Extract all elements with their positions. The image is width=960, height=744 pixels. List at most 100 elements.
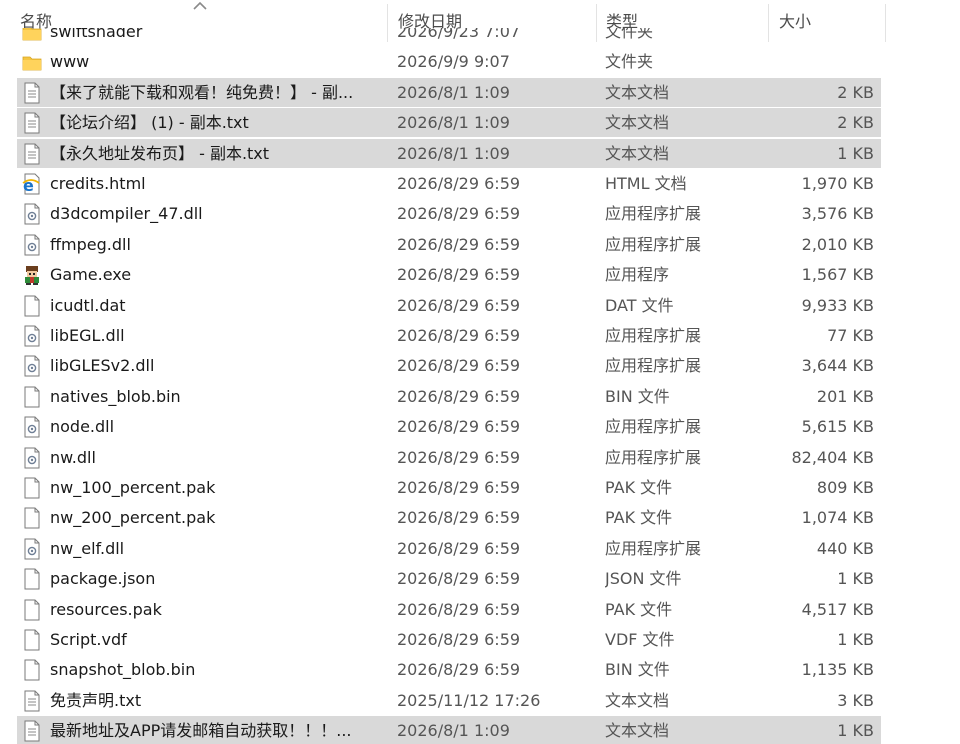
- file-list: swiftshader 2026/9/23 7:07 文件夹 www 2026/9/9 …: [0, 28, 960, 744]
- text-file-icon: [22, 112, 42, 134]
- file-row[interactable]: www 2026/9/9 9:07 文件夹: [0, 47, 960, 77]
- file-name: nw.dll: [50, 447, 96, 467]
- file-type: 应用程序扩展: [605, 447, 702, 467]
- blank-file-icon: [22, 507, 42, 529]
- file-size: 1,135 KB: [801, 660, 874, 680]
- file-row[interactable]: Script.vdf 2026/8/29 6:59 VDF 文件 1 KB: [0, 625, 960, 655]
- file-date: 2026/8/29 6:59: [397, 204, 521, 224]
- file-name: icudtl.dat: [50, 295, 126, 315]
- file-row[interactable]: resources.pak 2026/8/29 6:59 PAK 文件 4,517 K…: [0, 595, 960, 625]
- file-name: natives_blob.bin: [50, 386, 181, 406]
- file-row[interactable]: snapshot_blob.bin 2026/8/29 6:59 BIN 文件 1,1…: [0, 655, 960, 685]
- dll-file-icon: [22, 538, 42, 560]
- file-date: 2026/8/29 6:59: [397, 447, 521, 467]
- file-row[interactable]: libGLESv2.dll 2026/8/29 6:59 应用程序扩展 3,644 K…: [0, 351, 960, 381]
- file-date: 2026/8/29 6:59: [397, 599, 521, 619]
- file-row[interactable]: node.dll 2026/8/29 6:59 应用程序扩展 5,615 KB: [0, 412, 960, 442]
- file-name: www: [50, 52, 90, 72]
- file-date: 2026/8/29 6:59: [397, 356, 521, 376]
- file-size: 2 KB: [837, 82, 874, 102]
- file-name: libEGL.dll: [50, 326, 125, 345]
- html-file-icon: e: [22, 173, 42, 195]
- text-file-icon: [22, 143, 42, 165]
- file-row[interactable]: 最新地址及APP请发邮箱自动获取！！！... 2026/8/1 1:09 文本文档 1…: [0, 716, 960, 744]
- blank-file-icon: [22, 386, 42, 408]
- file-type: 应用程序扩展: [605, 234, 702, 254]
- file-row[interactable]: natives_blob.bin 2026/8/29 6:59 BIN 文件 201 …: [0, 382, 960, 412]
- file-type: BIN 文件: [605, 386, 670, 406]
- file-row[interactable]: package.json 2026/8/29 6:59 JSON 文件 1 KB: [0, 564, 960, 594]
- file-type: 文本文档: [605, 690, 670, 710]
- file-size: [760, 28, 874, 47]
- file-row[interactable]: libEGL.dll 2026/8/29 6:59 应用程序扩展 77 KB: [0, 321, 960, 351]
- file-size: 77 KB: [827, 326, 874, 345]
- exe-file-icon: [22, 264, 42, 286]
- file-name: swiftshader: [50, 28, 143, 41]
- file-name: nw_elf.dll: [50, 538, 125, 558]
- dll-file-icon: [22, 416, 42, 438]
- file-size: 82,404 KB: [791, 447, 874, 467]
- folder-icon: [22, 51, 42, 73]
- file-row[interactable]: 【永久地址发布页】 - 副本.txt 2026/8/1 1:09 文本文档 1 KB: [0, 138, 960, 169]
- file-name: package.json: [50, 569, 156, 589]
- file-size: 3 KB: [837, 690, 874, 710]
- file-type: 文本文档: [605, 143, 670, 163]
- file-row[interactable]: 【来了就能下载和观看！纯免费！】 - 副... 2026/8/1 1:09 文本文档…: [0, 77, 960, 108]
- file-size: 1 KB: [837, 630, 874, 649]
- file-date: 2026/9/9 9:07: [397, 52, 510, 72]
- file-date: 2026/8/29 6:59: [397, 660, 521, 680]
- file-name: node.dll: [50, 417, 115, 437]
- file-type: 文本文档: [605, 721, 670, 741]
- file-date: 2026/8/29 6:59: [397, 234, 521, 254]
- file-type: 文本文档: [605, 113, 670, 133]
- file-type: 应用程序: [605, 265, 670, 285]
- file-type: 文本文档: [605, 82, 670, 102]
- file-row[interactable]: nw_100_percent.pak 2026/8/29 6:59 PAK 文件 80…: [0, 473, 960, 503]
- file-row[interactable]: Game.exe 2026/8/29 6:59 应用程序 1,567 KB: [0, 260, 960, 290]
- file-row[interactable]: 免责声明.txt 2025/11/12 17:26 文本文档 3 KB: [0, 686, 960, 716]
- dll-file-icon: [22, 447, 42, 469]
- file-row[interactable]: nw.dll 2026/8/29 6:59 应用程序扩展 82,404 KB: [0, 443, 960, 473]
- file-row[interactable]: d3dcompiler_47.dll 2026/8/29 6:59 应用程序扩展 3,…: [0, 199, 960, 229]
- file-name: credits.html: [50, 174, 146, 193]
- blank-file-icon: [22, 295, 42, 317]
- file-row[interactable]: ffmpeg.dll 2026/8/29 6:59 应用程序扩展 2,010 KB: [0, 230, 960, 260]
- file-name: resources.pak: [50, 599, 162, 619]
- file-row[interactable]: e credits.html 2026/8/29 6:59 HTML 文档 1,970 …: [0, 169, 960, 199]
- file-size: 1,074 KB: [801, 508, 874, 528]
- file-date: 2026/8/1 1:09: [397, 113, 510, 133]
- file-type: 文件夹: [605, 28, 654, 41]
- file-size: 9,933 KB: [801, 295, 874, 315]
- file-size: 1 KB: [837, 569, 874, 589]
- dll-file-icon: [22, 203, 42, 225]
- file-date: 2026/8/29 6:59: [397, 569, 521, 589]
- file-type: 应用程序扩展: [605, 204, 702, 224]
- file-name: 免责声明.txt: [50, 690, 142, 710]
- file-name: nw_200_percent.pak: [50, 508, 216, 528]
- file-type: PAK 文件: [605, 508, 673, 528]
- file-type: JSON 文件: [605, 569, 682, 589]
- file-size: 1 KB: [837, 143, 874, 163]
- file-row[interactable]: nw_200_percent.pak 2026/8/29 6:59 PAK 文件 1,…: [0, 503, 960, 533]
- file-date: 2026/8/29 6:59: [397, 630, 521, 649]
- file-name: d3dcompiler_47.dll: [50, 204, 203, 224]
- file-date: 2026/8/29 6:59: [397, 326, 521, 345]
- file-size: 440 KB: [816, 538, 874, 558]
- file-row[interactable]: nw_elf.dll 2026/8/29 6:59 应用程序扩展 440 KB: [0, 534, 960, 564]
- text-file-icon: [22, 690, 42, 712]
- file-row[interactable]: 【论坛介绍】 (1) - 副本.txt 2026/8/1 1:09 文本文档 2 KB: [0, 108, 960, 138]
- svg-text:e: e: [23, 176, 34, 195]
- text-file-icon: [22, 720, 42, 742]
- blank-file-icon: [22, 477, 42, 499]
- file-type: 应用程序扩展: [605, 417, 702, 437]
- file-row[interactable]: swiftshader 2026/9/23 7:07 文件夹: [0, 28, 960, 47]
- file-date: 2026/8/29 6:59: [397, 265, 521, 285]
- file-size: 1 KB: [837, 721, 874, 741]
- file-name: libGLESv2.dll: [50, 356, 155, 376]
- file-row[interactable]: icudtl.dat 2026/8/29 6:59 DAT 文件 9,933 KB: [0, 291, 960, 321]
- file-date: 2026/8/29 6:59: [397, 478, 521, 497]
- file-size: 3,644 KB: [801, 356, 874, 376]
- file-size: 809 KB: [816, 478, 874, 497]
- file-date: 2026/9/23 7:07: [397, 28, 521, 41]
- file-type: DAT 文件: [605, 295, 674, 315]
